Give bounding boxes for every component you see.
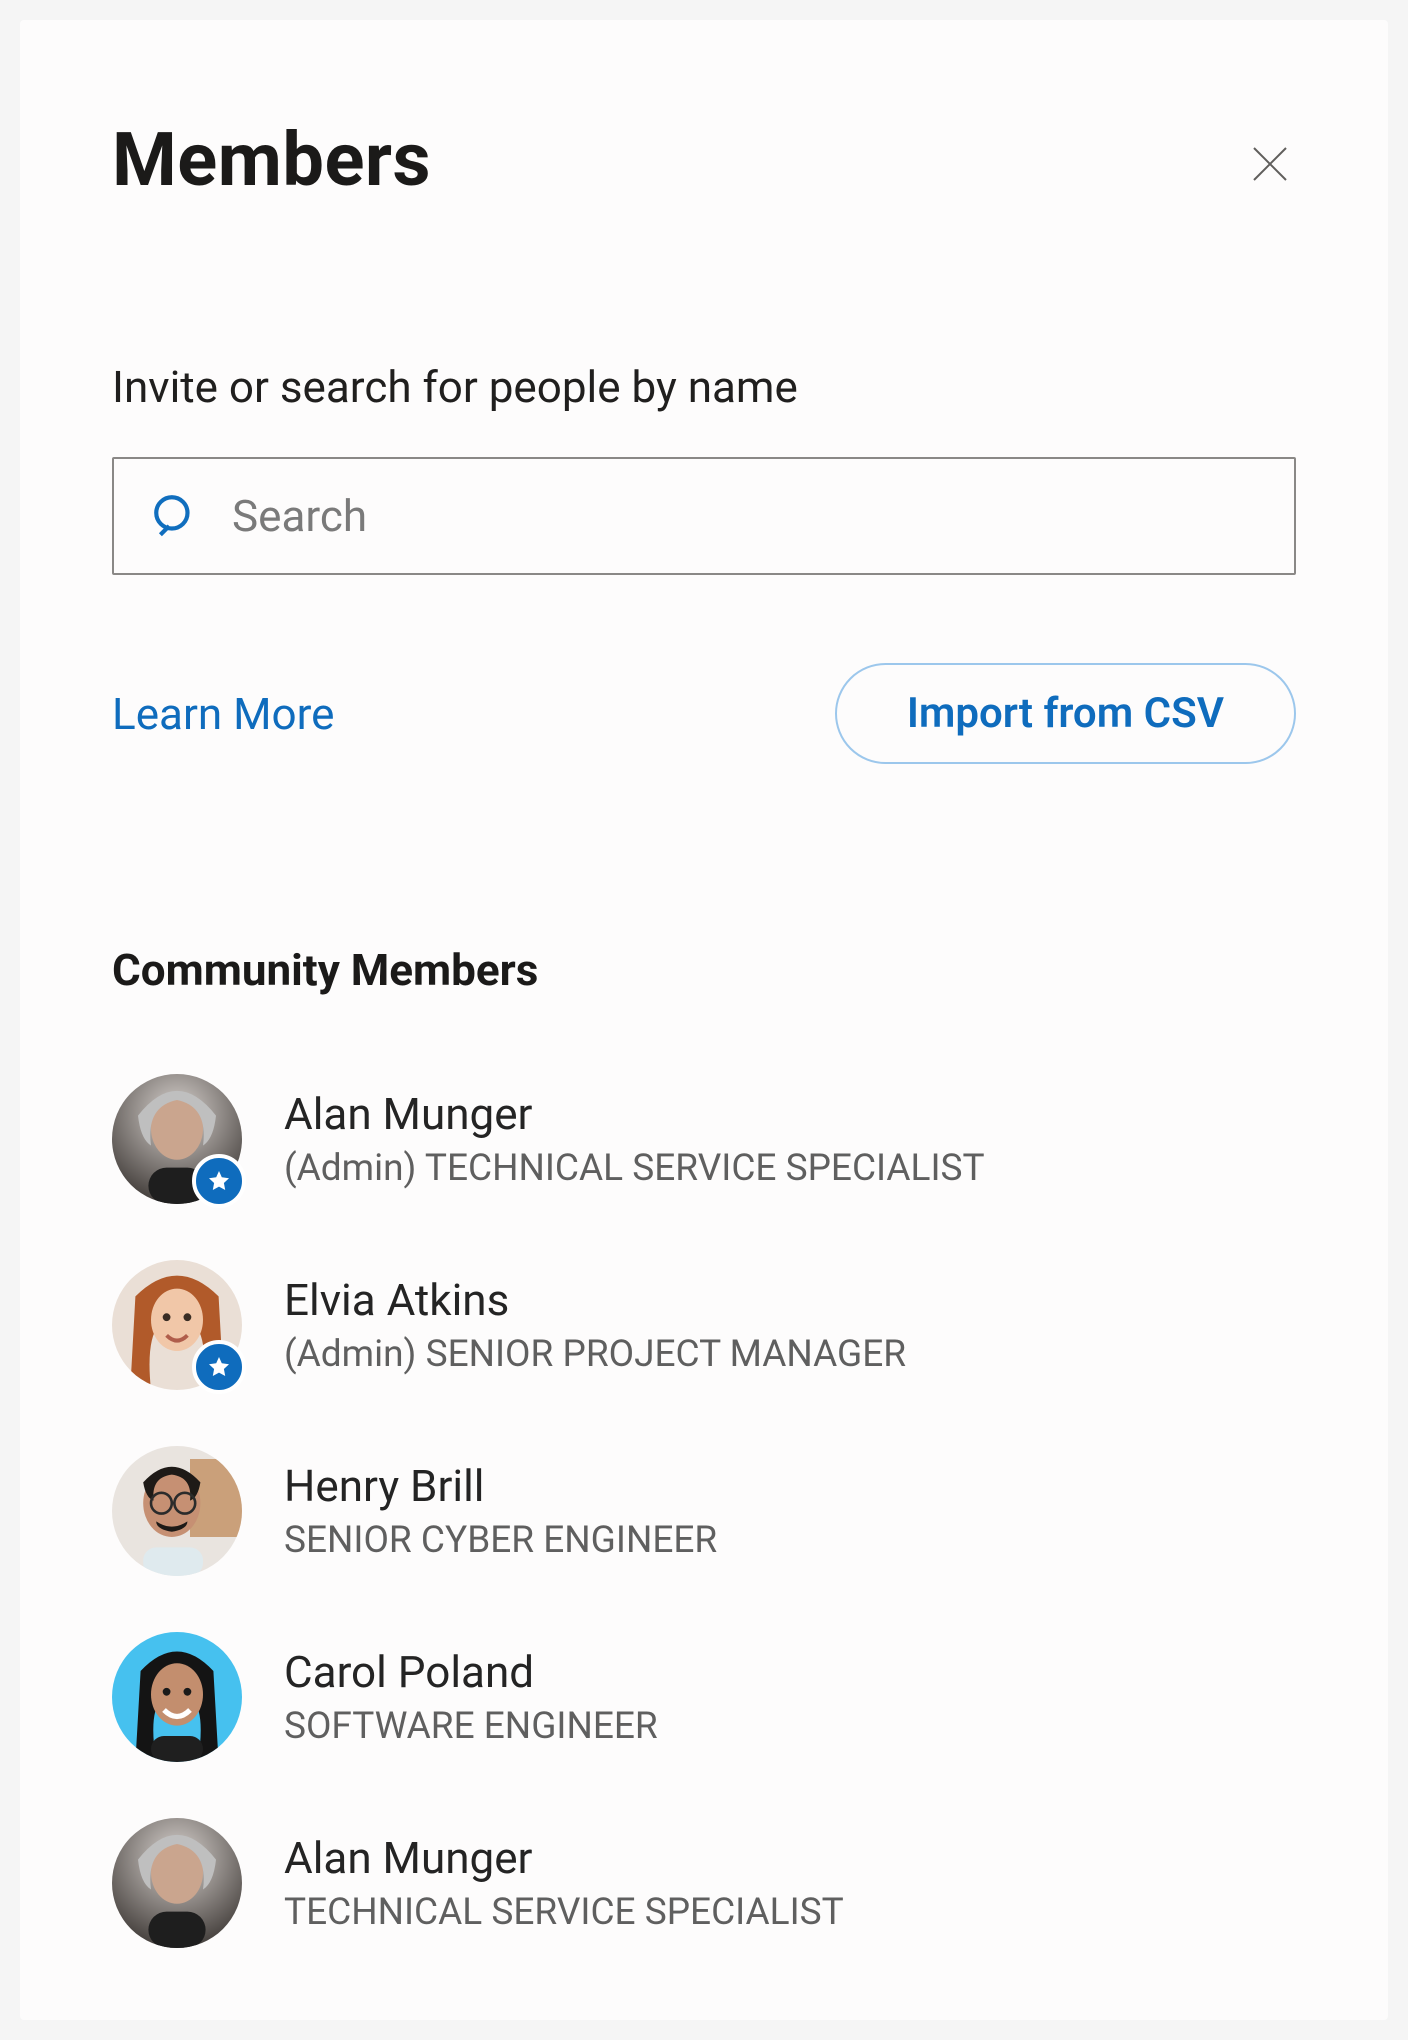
member-name: Carol Poland <box>284 1643 658 1702</box>
member-name: Alan Munger <box>284 1085 985 1144</box>
avatar <box>112 1446 242 1576</box>
member-item[interactable]: Carol Poland SOFTWARE ENGINEER <box>112 1604 1296 1790</box>
header-row: Members <box>112 120 1296 201</box>
member-role: TECHNICAL SERVICE SPECIALIST <box>284 1888 844 1938</box>
avatar <box>112 1074 242 1204</box>
member-role: SENIOR CYBER ENGINEER <box>284 1516 717 1566</box>
member-name: Elvia Atkins <box>284 1271 906 1330</box>
avatar <box>112 1260 242 1390</box>
avatar-image-henry <box>112 1446 242 1576</box>
admin-badge-icon <box>192 1154 246 1208</box>
member-text: Carol Poland SOFTWARE ENGINEER <box>284 1643 658 1752</box>
member-item[interactable]: Alan Munger TECHNICAL SERVICE SPECIALIST <box>112 1790 1296 1976</box>
avatar <box>112 1818 242 1948</box>
section-title: Community Members <box>112 944 1296 996</box>
search-icon <box>150 491 200 541</box>
close-icon <box>1250 144 1290 184</box>
learn-more-link[interactable]: Learn More <box>112 688 334 740</box>
member-list: Alan Munger (Admin) TECHNICAL SERVICE SP… <box>112 1046 1296 1976</box>
avatar <box>112 1632 242 1762</box>
member-name: Henry Brill <box>284 1457 717 1516</box>
admin-badge-icon <box>192 1340 246 1394</box>
member-role: (Admin) TECHNICAL SERVICE SPECIALIST <box>284 1144 985 1194</box>
avatar-image-alan <box>112 1818 242 1948</box>
member-item[interactable]: Elvia Atkins (Admin) SENIOR PROJECT MANA… <box>112 1232 1296 1418</box>
avatar-image-carol <box>112 1632 242 1762</box>
members-panel: Members Invite or search for people by n… <box>20 20 1388 2020</box>
member-text: Alan Munger TECHNICAL SERVICE SPECIALIST <box>284 1829 844 1938</box>
import-csv-button[interactable]: Import from CSV <box>835 663 1296 764</box>
member-text: Alan Munger (Admin) TECHNICAL SERVICE SP… <box>284 1085 985 1194</box>
search-label: Invite or search for people by name <box>112 361 1296 413</box>
panel-title: Members <box>112 120 431 201</box>
member-name: Alan Munger <box>284 1829 844 1888</box>
action-row: Learn More Import from CSV <box>112 663 1296 764</box>
search-box[interactable] <box>112 457 1296 575</box>
member-text: Henry Brill SENIOR CYBER ENGINEER <box>284 1457 717 1566</box>
member-item[interactable]: Henry Brill SENIOR CYBER ENGINEER <box>112 1418 1296 1604</box>
member-role: SOFTWARE ENGINEER <box>284 1702 658 1752</box>
member-item[interactable]: Alan Munger (Admin) TECHNICAL SERVICE SP… <box>112 1046 1296 1232</box>
member-text: Elvia Atkins (Admin) SENIOR PROJECT MANA… <box>284 1271 906 1380</box>
close-button[interactable] <box>1244 138 1296 190</box>
search-input[interactable] <box>230 489 1258 543</box>
member-role: (Admin) SENIOR PROJECT MANAGER <box>284 1330 906 1380</box>
